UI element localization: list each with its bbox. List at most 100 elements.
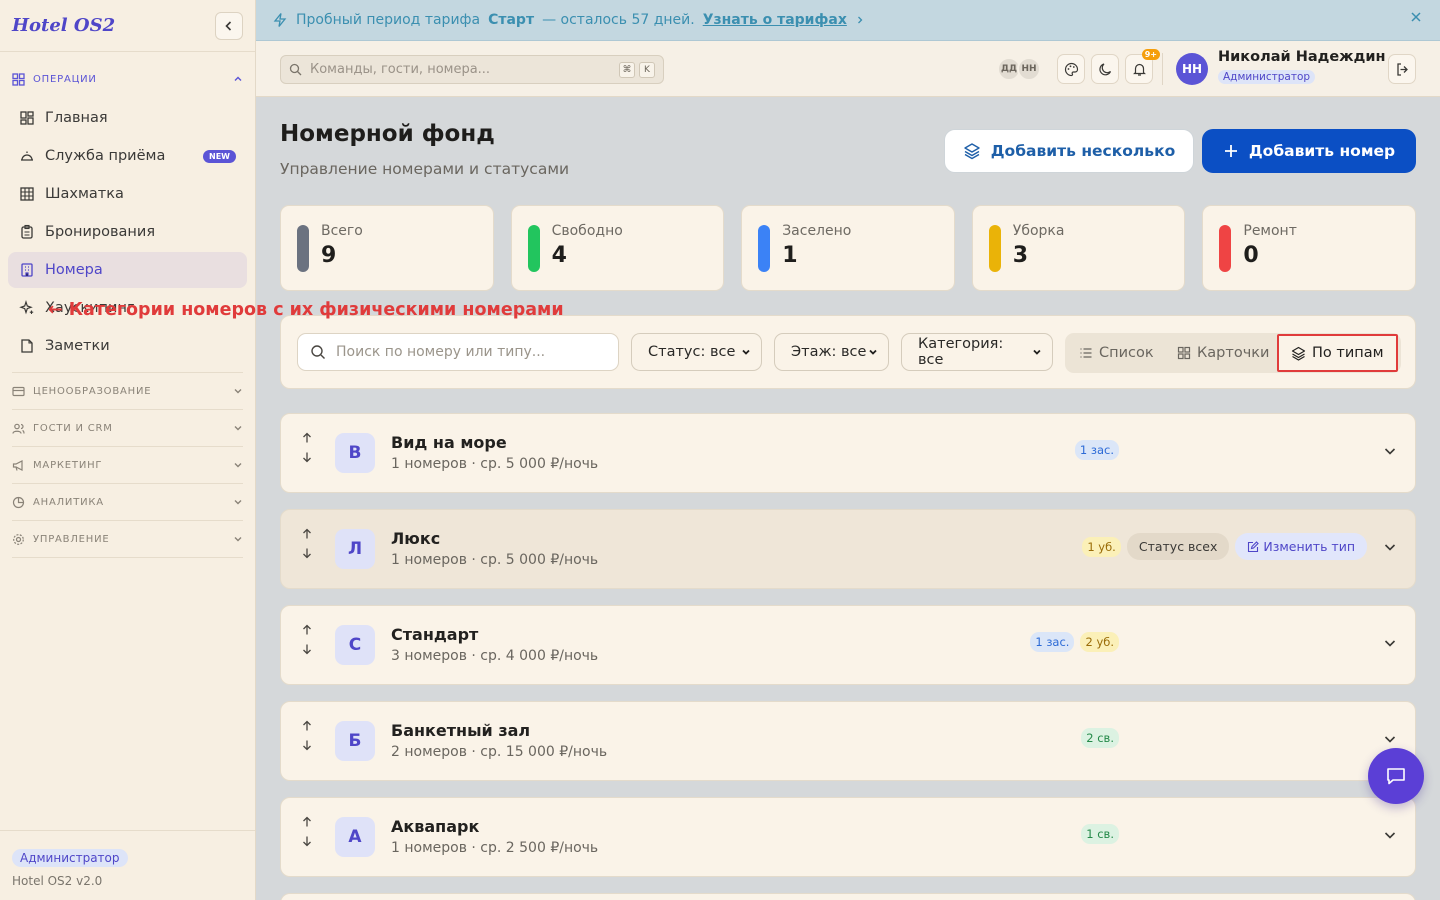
section-operations[interactable]: ОПЕРАЦИИ (0, 52, 255, 98)
type-name: Люкс (391, 529, 441, 548)
floor-select-value: Этаж: все (791, 344, 867, 360)
chevron-left-icon (225, 20, 232, 31)
sidebar-item-bookings[interactable]: Бронирования (8, 214, 247, 250)
user-avatar[interactable]: НН (1176, 53, 1208, 85)
arrow-up-icon[interactable] (301, 432, 313, 444)
status-pills: 1 св. (1081, 824, 1119, 844)
view-list-tab[interactable]: Список (1079, 333, 1154, 373)
section-label: МАРКЕТИНГ (33, 459, 103, 471)
stat-value: 9 (321, 243, 337, 268)
palette-icon (1064, 62, 1078, 76)
arrow-up-icon[interactable] (301, 720, 313, 732)
section-label: ЦЕНООБРАЗОВАНИЕ (33, 385, 152, 397)
category-select-value: Категория: все (918, 336, 1004, 368)
annotation-label: ← Категории номеров с их физическими ном… (48, 300, 564, 320)
type-name: Стандарт (391, 625, 479, 644)
logout-button[interactable] (1388, 54, 1416, 84)
room-search-placeholder: Поиск по номеру или типу... (336, 344, 546, 360)
theme-palette-button[interactable] (1057, 54, 1085, 84)
tariffs-link[interactable]: Узнать о тарифах (703, 12, 847, 28)
page-subtitle: Управление номерами и статусами (280, 160, 570, 178)
arrow-down-icon[interactable] (301, 451, 313, 463)
arrow-up-icon[interactable] (301, 624, 313, 636)
sidebar-item-label: Шахматка (45, 186, 124, 202)
room-type-row[interactable]: А Аквапарк 1 номеров · ср. 2 500 ₽/ночь … (280, 797, 1416, 877)
chevron-down-icon[interactable] (1383, 732, 1397, 746)
section-management[interactable]: УПРАВЛЕНИЕ (12, 521, 243, 558)
command-search-placeholder: Команды, гости, номера... (310, 62, 491, 77)
banner-plan: Старт (488, 12, 535, 28)
type-name: Аквапарк (391, 817, 480, 836)
user-name: Николай Надеждин (1218, 49, 1386, 65)
room-type-row[interactable]: С Стандарт 3 номеров · ср. 4 000 ₽/ночь … (280, 605, 1416, 685)
section-label: ГОСТИ И CRM (33, 422, 113, 434)
top-header: Команды, гости, номера... ⌘ K ДД НН 9+ Н… (256, 41, 1440, 97)
status-badge: 1 зас. (1030, 632, 1075, 652)
new-badge: NEW (203, 149, 236, 163)
section-guests-crm[interactable]: ГОСТИ И CRM (12, 410, 243, 447)
section-marketing[interactable]: МАРКЕТИНГ (12, 447, 243, 484)
floor-select[interactable]: Этаж: все (774, 333, 889, 371)
status-select[interactable]: Статус: все (631, 333, 762, 371)
main-content: Номерной фонд Управление номерами и стат… (48, 97, 1440, 900)
view-cards-tab[interactable]: Карточки (1177, 333, 1269, 373)
app-logo[interactable]: Hotel OS2 (12, 15, 115, 36)
view-toggle: Список Карточки По типам (1065, 333, 1401, 373)
arrow-down-icon[interactable] (301, 643, 313, 655)
arrow-down-icon[interactable] (301, 835, 313, 847)
room-type-row[interactable]: В Вид на море 1 номеров · ср. 5 000 ₽/но… (280, 413, 1416, 493)
layers-icon (1291, 346, 1306, 361)
command-search[interactable]: Команды, гости, номера... ⌘ K (280, 55, 664, 84)
close-icon[interactable] (1410, 11, 1422, 23)
kbd-k: K (639, 61, 655, 78)
moon-icon (1098, 62, 1111, 75)
type-initial: С (335, 625, 375, 665)
status-select-value: Статус: все (648, 344, 736, 360)
kbd-cmd: ⌘ (619, 61, 635, 78)
room-type-row[interactable]: Л Люкс 1 номеров · ср. 5 000 ₽/ночь 1 уб… (280, 509, 1416, 589)
room-type-row[interactable] (280, 893, 1416, 900)
chevron-down-icon[interactable] (1383, 636, 1397, 650)
chat-button[interactable] (1368, 748, 1424, 804)
section-analytics[interactable]: АНАЛИТИКА (12, 484, 243, 521)
chevron-down-icon (234, 463, 242, 468)
dashboard-icon (20, 111, 34, 125)
reorder-controls (301, 432, 313, 463)
category-select[interactable]: Категория: все (901, 333, 1053, 371)
sidebar-item-home[interactable]: Главная (8, 100, 247, 136)
add-room-button[interactable]: Добавить номер (1202, 129, 1416, 173)
arrow-down-icon[interactable] (301, 739, 313, 751)
status-pills: 1 зас. 2 уб. (1030, 632, 1119, 652)
layers-icon (964, 143, 980, 160)
arrow-up-icon[interactable] (301, 816, 313, 828)
add-multiple-button[interactable]: Добавить несколько (944, 129, 1194, 173)
sidebar-item-notes[interactable]: Заметки (8, 328, 247, 364)
arrow-down-icon[interactable] (301, 547, 313, 559)
room-type-row[interactable]: Б Банкетный зал 2 номеров · ср. 15 000 ₽… (280, 701, 1416, 781)
sidebar-footer: Администратор Hotel OS2 v2.0 (0, 830, 255, 900)
pie-icon (12, 496, 25, 508)
edit-type-button[interactable]: Изменить тип (1235, 533, 1367, 560)
clipboard-icon (21, 224, 33, 239)
sidebar-item-front-desk[interactable]: Служба приёма NEW (8, 138, 247, 174)
set-status-all-button[interactable]: Статус всех (1126, 533, 1230, 560)
room-search-input[interactable]: Поиск по номеру или типу... (297, 333, 619, 371)
stat-occupied: Заселено 1 (741, 205, 955, 291)
stat-color-bar (1219, 225, 1232, 272)
collapse-sidebar-button[interactable] (215, 11, 243, 40)
chevron-down-icon[interactable] (1383, 828, 1397, 842)
notifications-button[interactable]: 9+ (1125, 49, 1160, 84)
banner-suffix: — осталось 57 дней. (542, 12, 695, 28)
reorder-controls (301, 624, 313, 655)
sidebar-item-chessboard[interactable]: Шахматка (8, 176, 247, 212)
nav-group-operations: Главная Служба приёма NEW Шахматка Брони… (8, 100, 247, 373)
section-pricing[interactable]: ЦЕНООБРАЗОВАНИЕ (12, 373, 243, 410)
dark-mode-button[interactable] (1091, 54, 1119, 84)
chevron-down-icon[interactable] (1383, 540, 1397, 554)
chevron-down-icon[interactable] (1383, 444, 1397, 458)
view-by-type-tab[interactable]: По типам (1277, 334, 1398, 372)
bell-icon (1132, 63, 1146, 76)
sidebar-item-rooms[interactable]: Номера (8, 252, 247, 288)
chevron-down-icon (742, 349, 750, 355)
arrow-up-icon[interactable] (301, 528, 313, 540)
